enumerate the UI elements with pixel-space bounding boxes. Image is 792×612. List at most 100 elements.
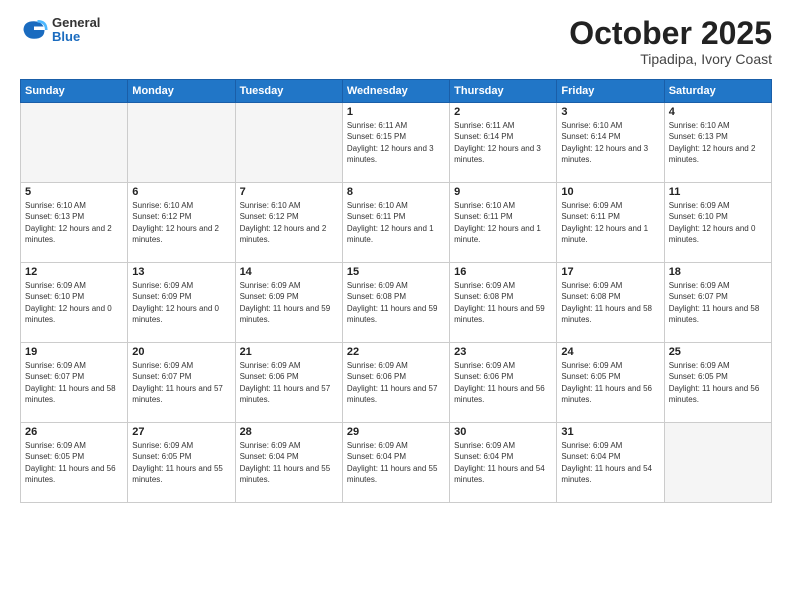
calendar-cell-empty [664, 423, 771, 503]
day-number: 14 [240, 266, 338, 278]
calendar-table: SundayMondayTuesdayWednesdayThursdayFrid… [20, 79, 772, 503]
month-title: October 2025 [569, 16, 772, 51]
day-number: 19 [25, 346, 123, 358]
day-number: 23 [454, 346, 552, 358]
day-number: 27 [132, 426, 230, 438]
day-number: 6 [132, 186, 230, 198]
day-info: Sunrise: 6:09 AMSunset: 6:05 PMDaylight:… [25, 440, 123, 485]
day-info: Sunrise: 6:09 AMSunset: 6:10 PMDaylight:… [25, 280, 123, 325]
day-info: Sunrise: 6:10 AMSunset: 6:13 PMDaylight:… [25, 200, 123, 245]
calendar-cell-13: 13Sunrise: 6:09 AMSunset: 6:09 PMDayligh… [128, 263, 235, 343]
day-info: Sunrise: 6:09 AMSunset: 6:05 PMDaylight:… [669, 360, 767, 405]
weekday-header-wednesday: Wednesday [342, 80, 449, 103]
calendar-cell-empty [128, 103, 235, 183]
day-number: 17 [561, 266, 659, 278]
calendar-header-row: SundayMondayTuesdayWednesdayThursdayFrid… [21, 80, 772, 103]
day-number: 16 [454, 266, 552, 278]
calendar-cell-19: 19 Sunrise: 6:09 AMSunset: 6:07 PMDayligh… [21, 343, 128, 423]
logo-text: General Blue [52, 16, 100, 45]
calendar-cell-14: 14 Sunrise: 6:09 AMSunset: 6:09 PMDayligh… [235, 263, 342, 343]
day-info: Sunrise: 6:09 AMSunset: 6:06 PMDaylight:… [240, 360, 338, 405]
weekday-header-monday: Monday [128, 80, 235, 103]
logo-general-text: General [52, 16, 100, 30]
day-info: Sunrise: 6:09 AMSunset: 6:04 PMDaylight:… [454, 440, 552, 485]
day-info: Sunrise: 6:10 AMSunset: 6:11 PMDaylight:… [454, 200, 552, 245]
day-info: Sunrise: 6:09 AMSunset: 6:05 PMDaylight:… [132, 440, 230, 485]
page: General Blue October 2025 Tipadipa, Ivor… [0, 0, 792, 612]
day-info: Sunrise: 6:10 AMSunset: 6:14 PMDaylight:… [561, 120, 659, 165]
day-number: 7 [240, 186, 338, 198]
calendar-cell-25: 25 Sunrise: 6:09 AMSunset: 6:05 PMDayligh… [664, 343, 771, 423]
calendar-week-1: 1Sunrise: 6:11 AMSunset: 6:15 PMDaylight… [21, 103, 772, 183]
calendar-cell-17: 17 Sunrise: 6:09 AMSunset: 6:08 PMDayligh… [557, 263, 664, 343]
day-info: Sunrise: 6:09 AMSunset: 6:08 PMDaylight:… [454, 280, 552, 325]
weekday-header-friday: Friday [557, 80, 664, 103]
calendar-cell-6: 6 Sunrise: 6:10 AMSunset: 6:12 PMDaylight… [128, 183, 235, 263]
day-number: 13 [132, 266, 230, 278]
calendar-week-4: 19 Sunrise: 6:09 AMSunset: 6:07 PMDayligh… [21, 343, 772, 423]
day-info: Sunrise: 6:10 AMSunset: 6:11 PMDaylight:… [347, 200, 445, 245]
day-info: Sunrise: 6:09 AMSunset: 6:07 PMDaylight:… [25, 360, 123, 405]
calendar-week-2: 5 Sunrise: 6:10 AMSunset: 6:13 PMDaylight… [21, 183, 772, 263]
day-number: 5 [25, 186, 123, 198]
day-number: 11 [669, 186, 767, 198]
day-info: Sunrise: 6:09 AMSunset: 6:05 PMDaylight:… [561, 360, 659, 405]
day-number: 20 [132, 346, 230, 358]
day-number: 26 [25, 426, 123, 438]
calendar-cell-4: 4Sunrise: 6:10 AMSunset: 6:13 PMDaylight… [664, 103, 771, 183]
day-info: Sunrise: 6:09 AMSunset: 6:08 PMDaylight:… [561, 280, 659, 325]
logo-blue-text: Blue [52, 30, 100, 44]
day-number: 28 [240, 426, 338, 438]
day-info: Sunrise: 6:10 AMSunset: 6:12 PMDaylight:… [132, 200, 230, 245]
calendar-cell-10: 10Sunrise: 6:09 AMSunset: 6:11 PMDayligh… [557, 183, 664, 263]
weekday-header-thursday: Thursday [450, 80, 557, 103]
title-block: October 2025 Tipadipa, Ivory Coast [569, 16, 772, 67]
calendar-cell-23: 23 Sunrise: 6:09 AMSunset: 6:06 PMDayligh… [450, 343, 557, 423]
weekday-header-sunday: Sunday [21, 80, 128, 103]
day-info: Sunrise: 6:11 AMSunset: 6:14 PMDaylight:… [454, 120, 552, 165]
day-number: 8 [347, 186, 445, 198]
day-number: 29 [347, 426, 445, 438]
calendar-cell-3: 3 Sunrise: 6:10 AMSunset: 6:14 PMDaylight… [557, 103, 664, 183]
calendar-week-3: 12 Sunrise: 6:09 AMSunset: 6:10 PMDayligh… [21, 263, 772, 343]
calendar-cell-empty [235, 103, 342, 183]
location: Tipadipa, Ivory Coast [569, 51, 772, 67]
day-number: 2 [454, 106, 552, 118]
calendar-cell-30: 30 Sunrise: 6:09 AMSunset: 6:04 PMDayligh… [450, 423, 557, 503]
calendar-cell-empty [21, 103, 128, 183]
day-number: 25 [669, 346, 767, 358]
calendar-cell-24: 24Sunrise: 6:09 AMSunset: 6:05 PMDayligh… [557, 343, 664, 423]
day-number: 22 [347, 346, 445, 358]
calendar-cell-27: 27 Sunrise: 6:09 AMSunset: 6:05 PMDayligh… [128, 423, 235, 503]
calendar-cell-18: 18 Sunrise: 6:09 AMSunset: 6:07 PMDayligh… [664, 263, 771, 343]
weekday-header-saturday: Saturday [664, 80, 771, 103]
logo-icon [20, 16, 48, 44]
day-info: Sunrise: 6:09 AMSunset: 6:06 PMDaylight:… [347, 360, 445, 405]
day-info: Sunrise: 6:09 AMSunset: 6:04 PMDaylight:… [561, 440, 659, 485]
calendar-cell-16: 16 Sunrise: 6:09 AMSunset: 6:08 PMDayligh… [450, 263, 557, 343]
day-info: Sunrise: 6:09 AMSunset: 6:07 PMDaylight:… [669, 280, 767, 325]
day-number: 12 [25, 266, 123, 278]
day-number: 21 [240, 346, 338, 358]
calendar-cell-21: 21 Sunrise: 6:09 AMSunset: 6:06 PMDayligh… [235, 343, 342, 423]
day-info: Sunrise: 6:09 AMSunset: 6:08 PMDaylight:… [347, 280, 445, 325]
day-info: Sunrise: 6:09 AMSunset: 6:07 PMDaylight:… [132, 360, 230, 405]
day-info: Sunrise: 6:09 AMSunset: 6:10 PMDaylight:… [669, 200, 767, 245]
day-number: 30 [454, 426, 552, 438]
day-number: 3 [561, 106, 659, 118]
day-number: 1 [347, 106, 445, 118]
day-number: 4 [669, 106, 767, 118]
calendar-cell-29: 29Sunrise: 6:09 AMSunset: 6:04 PMDayligh… [342, 423, 449, 503]
day-info: Sunrise: 6:09 AMSunset: 6:06 PMDaylight:… [454, 360, 552, 405]
day-number: 31 [561, 426, 659, 438]
day-info: Sunrise: 6:09 AMSunset: 6:09 PMDaylight:… [240, 280, 338, 325]
day-number: 18 [669, 266, 767, 278]
calendar-cell-26: 26 Sunrise: 6:09 AMSunset: 6:05 PMDayligh… [21, 423, 128, 503]
calendar-cell-15: 15Sunrise: 6:09 AMSunset: 6:08 PMDayligh… [342, 263, 449, 343]
calendar-cell-31: 31 Sunrise: 6:09 AMSunset: 6:04 PMDayligh… [557, 423, 664, 503]
calendar-cell-8: 8 Sunrise: 6:10 AMSunset: 6:11 PMDaylight… [342, 183, 449, 263]
calendar-cell-22: 22 Sunrise: 6:09 AMSunset: 6:06 PMDayligh… [342, 343, 449, 423]
calendar-cell-12: 12 Sunrise: 6:09 AMSunset: 6:10 PMDayligh… [21, 263, 128, 343]
calendar-cell-7: 7Sunrise: 6:10 AMSunset: 6:12 PMDaylight… [235, 183, 342, 263]
header: General Blue October 2025 Tipadipa, Ivor… [20, 16, 772, 67]
